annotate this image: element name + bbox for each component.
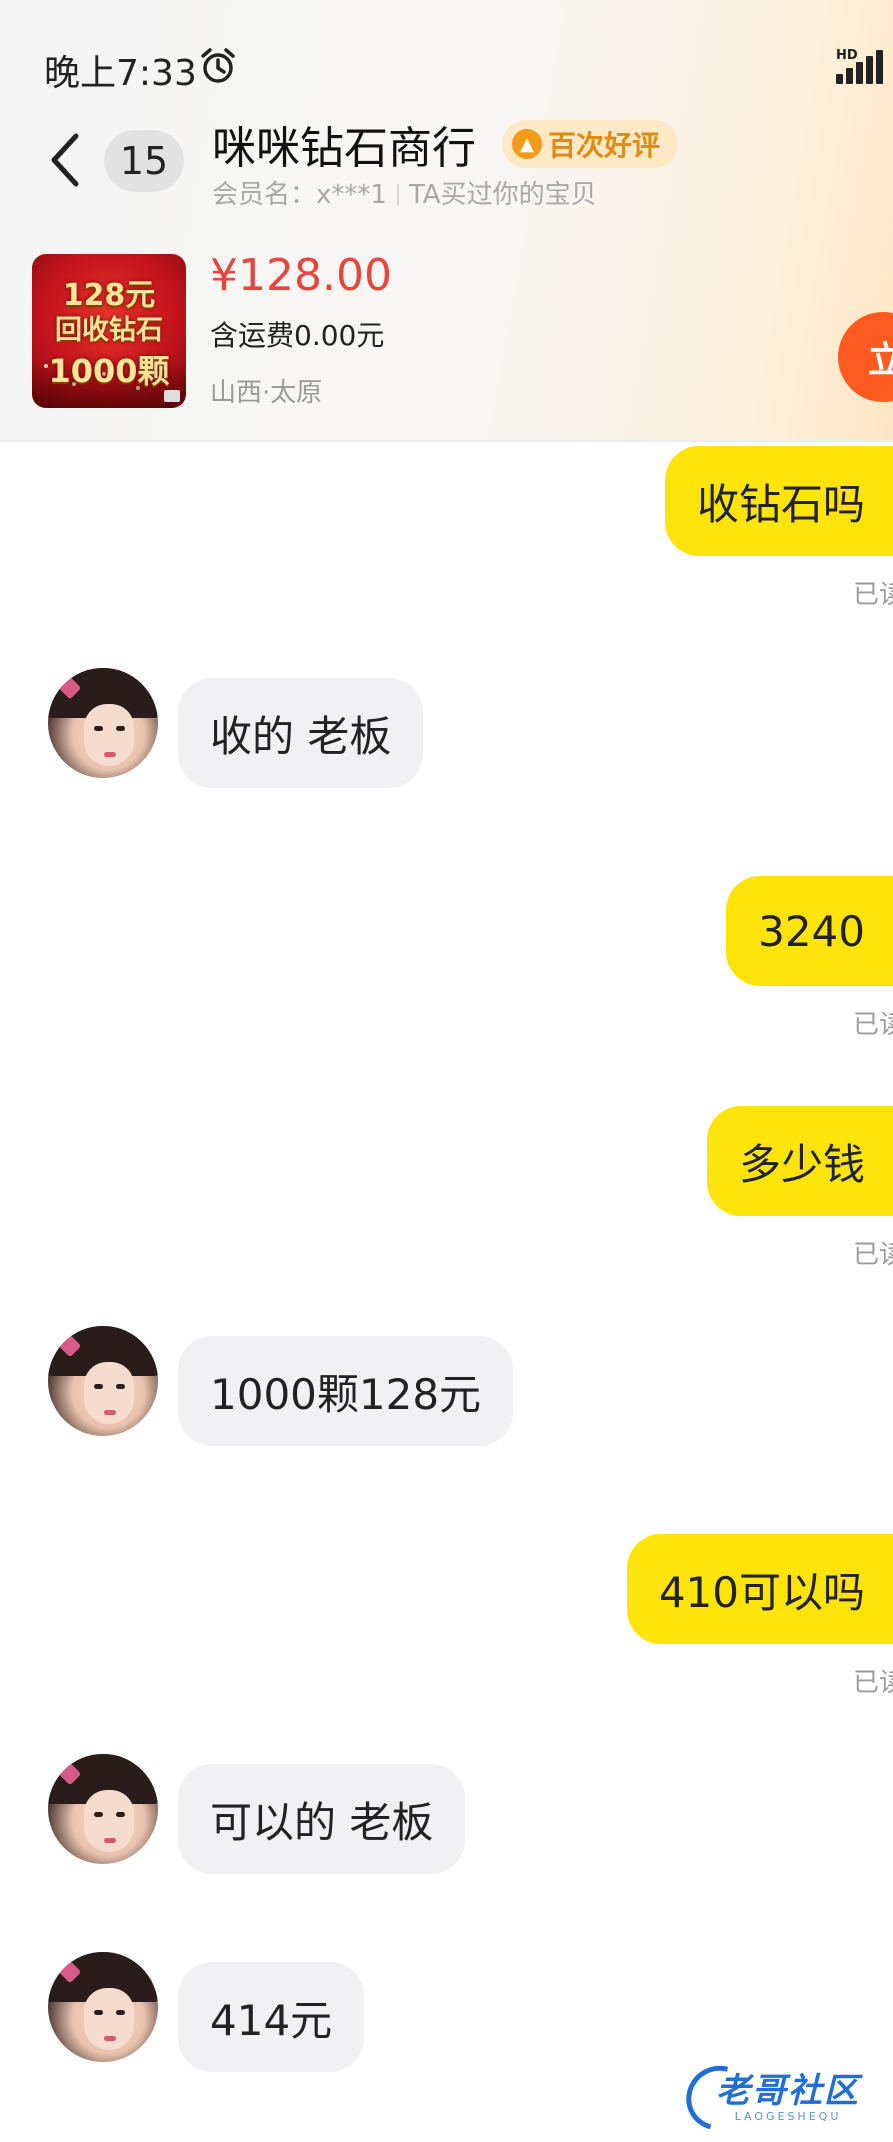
seller-message-bubble[interactable]: 1000颗128元 <box>178 1336 514 1446</box>
seller-message-bubble[interactable]: 收的 老板 <box>178 678 424 788</box>
seller-avatar[interactable] <box>48 1754 158 1864</box>
read-status: 已读 <box>852 1668 893 1698</box>
my-message-bubble[interactable]: 410可以吗 <box>626 1534 893 1644</box>
my-message-bubble[interactable]: 收钻石吗 <box>664 446 893 556</box>
read-status: 已读 <box>852 1240 893 1270</box>
shop-name: 咪咪钻石商行 <box>212 123 476 174</box>
review-badge-label: 百次好评 <box>548 129 661 162</box>
my-message-bubble[interactable]: 3240 <box>726 876 893 986</box>
product-price: ¥128.00 <box>210 250 392 301</box>
member-name: 会员名：x***1 <box>212 180 387 210</box>
watermark-logo: 老哥社区 LAOGESHEQU <box>674 2053 888 2142</box>
network-hd-label: HD <box>836 48 858 63</box>
purchase-relation: TA买过你的宝贝 <box>408 180 597 210</box>
thumbs-up-icon: ▲ <box>512 129 542 159</box>
watermark-subtext: LAOGESHEQU <box>734 2110 842 2123</box>
thumbnail-text-3: 1000颗 <box>48 352 170 390</box>
seller-avatar[interactable] <box>48 1952 158 2062</box>
product-location: 山西·太原 <box>210 378 323 408</box>
seller-message-bubble[interactable]: 可以的 老板 <box>178 1764 466 1874</box>
alarm-clock-icon <box>201 48 235 83</box>
member-info: 会员名：x***1 TA买过你的宝贝 <box>212 174 597 211</box>
status-time: 晚上7:33 <box>44 53 197 94</box>
seller-avatar[interactable] <box>48 668 158 778</box>
thumbnail-corner-tag <box>164 390 180 402</box>
review-badge: ▲ 百次好评 <box>502 120 679 168</box>
unread-count-badge[interactable]: 15 <box>104 130 184 192</box>
product-thumbnail[interactable]: 128元 回收钻石 1000颗 <box>32 254 186 408</box>
seller-avatar[interactable] <box>48 1326 158 1436</box>
thumbnail-text-2: 回收钻石 <box>55 315 163 346</box>
seller-message-bubble[interactable]: 414元 <box>178 1962 365 2072</box>
my-message-bubble[interactable]: 多少钱 <box>706 1106 893 1216</box>
read-status: 已读 <box>852 1010 893 1040</box>
divider <box>396 184 399 206</box>
signal-bars-icon: HD <box>836 48 888 84</box>
shipping-fee: 含运费0.00元 <box>210 319 385 352</box>
read-status: 已读 <box>852 580 893 610</box>
chevron-left-icon[interactable] <box>44 130 88 190</box>
